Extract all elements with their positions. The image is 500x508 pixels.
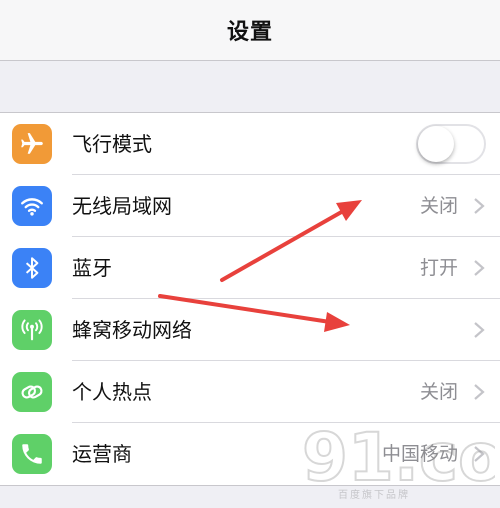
settings-list: 飞行模式 无线局域网 关闭 蓝牙 打开 蜂窝移动网络 个人热点 关闭 运营商 中… [0,112,500,486]
page-title: 设置 [226,20,273,45]
carrier-label: 运营商 [72,442,132,466]
bluetooth-status-value: 打开 [419,257,458,279]
bluetooth-icon [12,248,52,288]
chevron-right-icon [474,446,485,462]
airplane-mode-toggle[interactable] [416,124,486,164]
settings-row-bluetooth[interactable]: 蓝牙 打开 [0,237,500,299]
hotspot-link-icon [12,372,52,412]
wifi-label: 无线局域网 [72,194,172,218]
chevron-right-icon [474,260,485,276]
settings-row-wifi[interactable]: 无线局域网 关闭 [0,175,500,237]
personal-hotspot-label: 个人热点 [72,380,152,404]
chevron-right-icon [474,322,485,338]
settings-row-carrier[interactable]: 运营商 中国移动 [0,423,500,485]
bluetooth-label: 蓝牙 [72,256,112,280]
chevron-right-icon [474,198,485,214]
personal-hotspot-status-value: 关闭 [419,381,458,403]
cellular-label: 蜂窝移动网络 [72,318,192,342]
cellular-antenna-icon [12,310,52,350]
wifi-icon [12,186,52,226]
toggle-knob [418,126,454,162]
settings-row-personal-hotspot[interactable]: 个人热点 关闭 [0,361,500,423]
chevron-right-icon [474,384,485,400]
settings-row-cellular[interactable]: 蜂窝移动网络 [0,299,500,361]
airplane-mode-label: 飞行模式 [72,132,152,156]
navigation-bar: 设置 [0,0,500,61]
airplane-icon [12,124,52,164]
carrier-value: 中国移动 [381,443,458,465]
wifi-status-value: 关闭 [419,195,458,217]
watermark-tagline: 百度旗下品牌 [338,490,410,501]
settings-row-airplane-mode[interactable]: 飞行模式 [0,113,500,175]
phone-icon [12,434,52,474]
